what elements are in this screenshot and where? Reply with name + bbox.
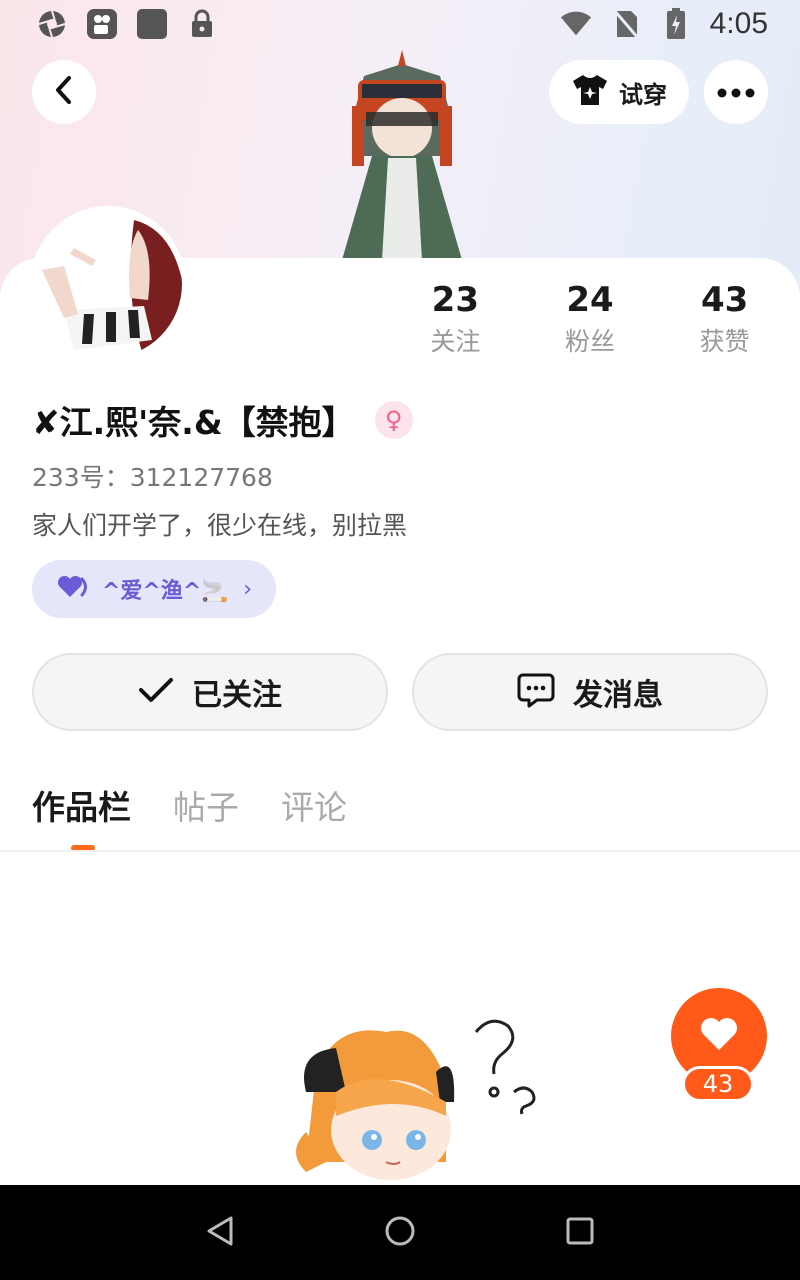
- user-id: 233号：312127768: [32, 463, 273, 492]
- circle-home-icon: [384, 1215, 416, 1251]
- chevron-left-icon: [52, 75, 76, 109]
- square-recents-icon: [565, 1216, 595, 1250]
- username: ✘江.熙'奈.&【禁抱】: [32, 403, 355, 442]
- send-message-label: 发消息: [573, 678, 663, 713]
- stat-following[interactable]: 23 关注: [388, 278, 523, 362]
- tab-comments[interactable]: 评论: [281, 782, 347, 834]
- video-app-icon: [86, 8, 118, 40]
- profile-tag-text: ^爱^渔^🚬: [102, 579, 229, 604]
- stat-label: 获赞: [699, 327, 750, 356]
- status-clock: 4:05: [709, 7, 768, 40]
- content-tabs: 作品栏 帖子 评论: [32, 782, 347, 834]
- like-count-badge: 43: [682, 1066, 754, 1102]
- stat-likes[interactable]: 43 获赞: [657, 278, 792, 362]
- user-bio: 家人们开学了，很少在线，别拉黑: [32, 511, 408, 540]
- status-bar: 4:05: [0, 0, 800, 48]
- send-message-button[interactable]: 发消息: [412, 653, 768, 731]
- battery-charging-icon: [660, 8, 692, 40]
- nav-home-button[interactable]: [370, 1203, 430, 1263]
- purple-heart-icon: [56, 575, 90, 603]
- stat-value: 24: [566, 280, 614, 320]
- more-options-button[interactable]: [704, 60, 768, 124]
- chat-bubble-icon: [517, 672, 555, 712]
- shirt-sparkle-icon: [571, 73, 609, 111]
- avatar[interactable]: [30, 206, 186, 362]
- tab-posts[interactable]: 帖子: [173, 782, 239, 834]
- chevron-right-icon: ›: [243, 576, 252, 602]
- stat-value: 23: [431, 280, 479, 320]
- heart-icon: [699, 1016, 739, 1056]
- stat-label: 粉丝: [565, 327, 616, 356]
- stat-followers[interactable]: 24 粉丝: [523, 278, 658, 362]
- system-navigation-bar: [0, 1185, 800, 1280]
- profile-stats: 23 关注 24 粉丝 43 获赞: [388, 278, 792, 362]
- tabs-divider: [0, 850, 800, 852]
- app-square-icon: [136, 8, 168, 40]
- username-row: ✘江.熙'奈.&【禁抱】 ♀: [32, 396, 413, 444]
- back-button[interactable]: [32, 60, 96, 124]
- no-sim-icon: [610, 8, 642, 40]
- lock-icon: [186, 8, 218, 40]
- more-dots-icon: [717, 83, 755, 102]
- nav-recents-button[interactable]: [550, 1203, 610, 1263]
- followed-label: 已关注: [192, 678, 282, 713]
- stat-value: 43: [701, 280, 749, 320]
- female-gender-icon: ♀: [374, 401, 413, 439]
- tab-works[interactable]: 作品栏: [32, 782, 131, 834]
- stat-label: 关注: [430, 327, 481, 356]
- followed-button[interactable]: 已关注: [32, 653, 388, 731]
- check-icon: [138, 676, 174, 708]
- try-on-button[interactable]: 试穿: [549, 60, 689, 124]
- triangle-back-icon: [205, 1215, 235, 1251]
- aperture-icon: [36, 8, 68, 40]
- try-on-label: 试穿: [619, 80, 667, 109]
- empty-state-mascot: [276, 1012, 556, 1188]
- nav-back-button[interactable]: [190, 1203, 250, 1263]
- dress-up-avatar-figure: [322, 46, 482, 260]
- wifi-icon: [560, 8, 592, 40]
- profile-tag-chip[interactable]: ^爱^渔^🚬 ›: [32, 560, 276, 618]
